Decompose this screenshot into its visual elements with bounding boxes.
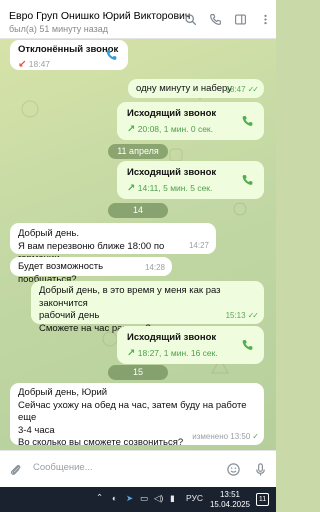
phone-icon[interactable] [105, 49, 118, 62]
chat-header: Евро Груп Онишко Юрий Викторович был(а) … [0, 0, 276, 39]
date-separator: 11 апреля [108, 144, 168, 159]
call-meta: ↗ 20:08, 1 мин. 0 сек. [127, 124, 214, 135]
phone-icon[interactable] [241, 339, 254, 352]
phone-icon[interactable] [241, 115, 254, 128]
phone-icon[interactable] [241, 174, 254, 187]
attach-icon[interactable] [8, 462, 23, 477]
outgoing-call-message[interactable]: Исходящий звонок ↗ 18:27, 1 мин. 16 сек. [117, 326, 264, 364]
outgoing-arrow-icon: ↗ [127, 124, 136, 135]
incoming-message[interactable]: Добрый день. Я вам перезвоню ближе 18:00… [10, 223, 216, 264]
battery-icon[interactable]: ▮ [170, 493, 175, 504]
network-icon[interactable]: ▭ [140, 493, 148, 504]
outgoing-call-message[interactable]: Исходящий звонок ↗ 14:11, 5 мин. 5 сек. [117, 161, 264, 199]
message-text: одну минуту и наберу [136, 83, 232, 94]
message-time: 14:28 [144, 263, 165, 272]
declined-arrow-icon: ↙ [18, 59, 27, 70]
mic-icon[interactable] [253, 462, 268, 477]
header-actions [184, 13, 272, 26]
outgoing-arrow-icon: ↗ [127, 348, 136, 359]
emoji-icon[interactable] [226, 462, 241, 477]
message-time: 18:47 ✓✓ [225, 85, 260, 94]
outgoing-call-message[interactable]: Исходящий звонок ↗ 20:08, 1 мин. 0 сек. [117, 102, 264, 140]
notification-center-icon[interactable]: 11 [256, 493, 269, 506]
chevron-up-icon[interactable]: ⌃ [96, 492, 103, 503]
more-icon[interactable] [259, 13, 272, 26]
message-time: изменено 13:50 ✓ [192, 432, 259, 441]
message-line: Добрый день, в это время у меня как раз … [39, 285, 221, 309]
declined-call-message[interactable]: Отклонённый звонок ↙ 18:47 [10, 40, 128, 70]
outgoing-message[interactable]: Добрый день, в это время у меня как раз … [31, 281, 264, 334]
windows-taskbar: ⌃ ◐ ➤ ▭ ◁) ▮ РУС 13:51 15.04.2025 11 [0, 487, 276, 512]
system-clock[interactable]: 13:51 15.04.2025 [210, 490, 250, 510]
telegram-tray-icon[interactable]: ➤ [126, 493, 133, 504]
call-meta: ↗ 18:27, 1 мин. 16 сек. [127, 348, 218, 359]
message-time: 14:27 [188, 241, 209, 250]
message-time: 15:13 ✓✓ [225, 311, 260, 320]
incoming-message[interactable]: Будет возможность пообщаться? 14:28 [10, 257, 172, 285]
call-title: Исходящий звонок [127, 108, 217, 119]
outgoing-arrow-icon: ↗ [127, 183, 136, 194]
sidebar-icon[interactable] [234, 13, 247, 26]
call-meta: ↗ 14:11, 5 мин. 5 сек. [127, 183, 213, 194]
date-separator: 14 апреля [108, 203, 168, 230]
date-separator: 15 апреля [108, 365, 168, 392]
call-title: Исходящий звонок [127, 167, 217, 178]
message-line: Добрый день. [18, 228, 79, 239]
tray-app-icon[interactable]: ◐ [112, 493, 117, 503]
message-input[interactable]: Сообщение... [33, 462, 93, 473]
clock-date: 15.04.2025 [209, 500, 250, 509]
message-line: рабочий день [39, 310, 100, 321]
search-icon[interactable] [184, 13, 197, 26]
message-line: Добрый день, Юрий [18, 387, 108, 398]
last-seen-status: был(а) 51 минуту назад [9, 24, 109, 34]
language-indicator[interactable]: РУС [186, 493, 203, 503]
clock-time: 13:51 [219, 490, 240, 499]
incoming-message[interactable]: Добрый день, Юрий Сейчас ухожу на обед н… [10, 383, 264, 448]
call-title: Исходящий звонок [127, 332, 217, 343]
outgoing-message[interactable]: одну минуту и наберу 18:47 ✓✓ [128, 79, 264, 98]
phone-icon[interactable] [209, 13, 222, 26]
message-composer: Сообщение... [0, 450, 276, 487]
message-line: Сейчас ухожу на обед на час, затем буду … [18, 399, 247, 424]
contact-name[interactable]: Евро Груп Онишко Юрий Викторович [9, 10, 190, 22]
volume-icon[interactable]: ◁) [154, 493, 163, 504]
chat-history[interactable]: Отклонённый звонок ↙ 18:47 одну минуту и… [0, 39, 276, 450]
